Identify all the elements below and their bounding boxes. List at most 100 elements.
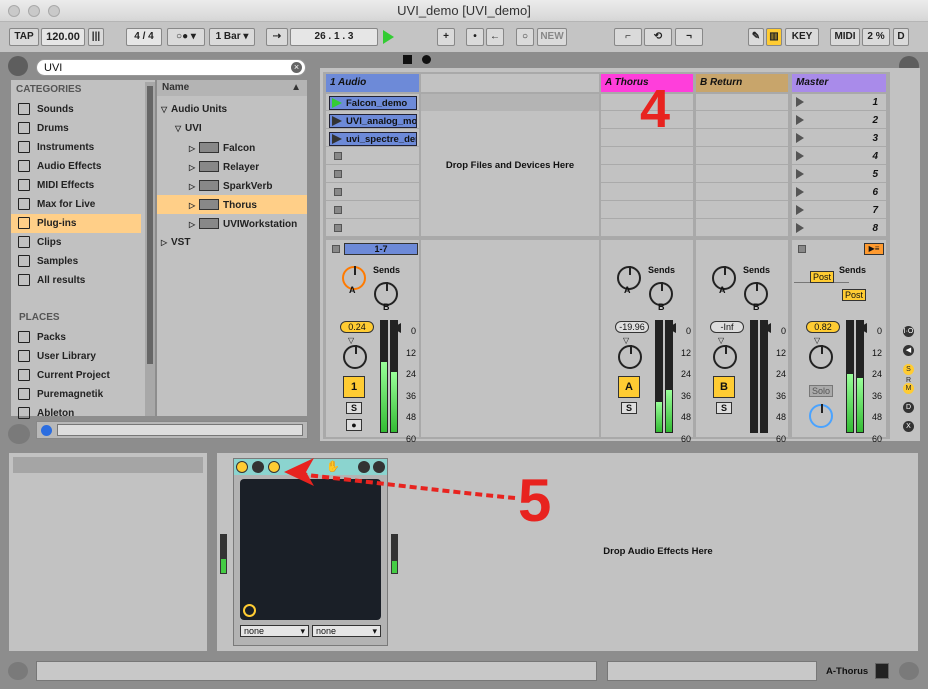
clip-launch-icon[interactable]: [332, 98, 342, 108]
scene-slot[interactable]: 7: [792, 202, 886, 219]
scene-launch-icon[interactable]: [796, 151, 804, 161]
xy-y-dropdown[interactable]: none ▾: [312, 625, 381, 637]
name-column-header[interactable]: Name ▲: [157, 80, 307, 96]
disclosure-open-icon[interactable]: ▽: [161, 105, 171, 114]
solo-button[interactable]: S: [346, 402, 362, 414]
stop-all-clips-button[interactable]: [798, 245, 806, 253]
nudge-icon[interactable]: |||: [88, 28, 104, 46]
punch-out-icon[interactable]: ¬: [675, 28, 703, 46]
scene-launch-icon[interactable]: [796, 205, 804, 215]
empty-clip-slot[interactable]: [696, 130, 788, 147]
empty-clip-slot[interactable]: [696, 184, 788, 201]
io-indicator[interactable]: 1-7: [344, 243, 418, 255]
place-packs[interactable]: Packs: [11, 328, 141, 347]
groove-pool-icon[interactable]: [8, 424, 30, 444]
category-samples[interactable]: Samples: [11, 252, 141, 271]
scene-slot[interactable]: 1: [792, 94, 886, 111]
track-volume-field[interactable]: 0.82: [806, 321, 840, 333]
empty-clip-slot[interactable]: [696, 148, 788, 165]
empty-clip-slot[interactable]: [696, 94, 788, 111]
clear-search-icon[interactable]: ×: [291, 62, 302, 73]
scene-launch-icon[interactable]: ▶≡: [864, 243, 884, 255]
pan-knob[interactable]: [809, 345, 833, 369]
scene-launch-icon[interactable]: [796, 115, 804, 125]
punch-in-icon[interactable]: ⌐: [614, 28, 642, 46]
clip-slot[interactable]: Falcon_demo: [326, 94, 419, 111]
key-map-button[interactable]: KEY: [785, 28, 819, 46]
clip-stop-button[interactable]: [334, 188, 342, 196]
pan-knob[interactable]: [618, 345, 642, 369]
empty-clip-slot[interactable]: [601, 202, 693, 219]
browser-toggle-icon[interactable]: [8, 56, 28, 76]
category-max-for-live[interactable]: Max for Live: [11, 195, 141, 214]
io-toggle-icon[interactable]: I·O: [903, 326, 914, 337]
crossfader-toggle-icon[interactable]: X: [903, 421, 914, 432]
place-user-library[interactable]: User Library: [11, 347, 141, 366]
xy-handle[interactable]: [243, 604, 256, 617]
file-row-audio units[interactable]: ▽ Audio Units: [157, 100, 307, 119]
drop-area[interactable]: Drop Files and Devices Here: [421, 94, 599, 236]
file-row-relayer[interactable]: ▷ Relayer: [157, 157, 307, 176]
audio-clip[interactable]: UVI_analog_mot: [329, 114, 417, 128]
mixer-toggle-icon[interactable]: M: [903, 383, 914, 394]
loop-icon[interactable]: ⟲: [644, 28, 672, 46]
file-row-sparkverb[interactable]: ▷ SparkVerb: [157, 176, 307, 195]
scene-slot[interactable]: 6: [792, 184, 886, 201]
track-header-b-return[interactable]: B Return: [696, 74, 788, 92]
clip-launch-icon[interactable]: [332, 134, 342, 144]
clip-slot[interactable]: UVI_analog_mot: [326, 112, 419, 129]
clip-slot[interactable]: uvi_spectre_der: [326, 130, 419, 147]
draw-mode-icon[interactable]: ✎: [748, 28, 764, 46]
clip-stop-button[interactable]: [334, 152, 342, 160]
time-signature-field[interactable]: 4 / 4: [126, 28, 162, 46]
disclosure-closed-icon[interactable]: ▷: [189, 144, 199, 153]
empty-clip-slot[interactable]: [601, 148, 693, 165]
empty-clip-slot[interactable]: [696, 166, 788, 183]
arrangement-position-field[interactable]: 26 . 1 . 3: [290, 28, 378, 46]
master-solo-button[interactable]: Solo: [809, 385, 833, 397]
session-record-icon[interactable]: ○: [516, 28, 534, 46]
clip-stop-button[interactable]: [334, 170, 342, 178]
categories-scrollbar[interactable]: [145, 82, 155, 416]
post-button[interactable]: Post: [810, 271, 834, 283]
clip-slot[interactable]: [326, 220, 419, 237]
scene-slot[interactable]: 4: [792, 148, 886, 165]
empty-clip-slot[interactable]: [696, 112, 788, 129]
file-row-vst[interactable]: ▷ VST: [157, 233, 307, 252]
disclosure-closed-icon[interactable]: ▷: [189, 220, 199, 229]
new-button[interactable]: NEW: [537, 28, 567, 46]
midi-map-button[interactable]: MIDI: [830, 28, 860, 46]
cue-volume-knob[interactable]: [809, 404, 833, 428]
return-toggle-icon[interactable]: S R: [903, 364, 914, 384]
scene-launch-icon[interactable]: [796, 187, 804, 197]
track-activator-button[interactable]: 1: [343, 376, 365, 398]
category-plug-ins[interactable]: Plug-ins: [11, 214, 141, 233]
category-drums[interactable]: Drums: [11, 119, 141, 138]
follow-icon[interactable]: ⇢: [266, 28, 288, 46]
disclosure-closed-icon[interactable]: ▷: [189, 182, 199, 191]
track-activator-button[interactable]: B: [713, 376, 735, 398]
empty-clip-slot[interactable]: [696, 220, 788, 237]
xy-x-dropdown[interactable]: none ▾: [240, 625, 309, 637]
track-header-master[interactable]: Master: [792, 74, 886, 92]
scene-launch-icon[interactable]: [796, 133, 804, 143]
scene-slot[interactable]: 5: [792, 166, 886, 183]
track-view-icon[interactable]: [875, 663, 889, 679]
place-puremagnetik[interactable]: Puremagnetik: [11, 385, 141, 404]
automation-arm-icon[interactable]: •: [466, 28, 484, 46]
tempo-field[interactable]: 120.00: [41, 28, 85, 46]
track-activator-button[interactable]: A: [618, 376, 640, 398]
file-row-thorus[interactable]: ▷ Thorus: [157, 195, 307, 214]
play-button[interactable]: [383, 30, 394, 44]
scene-slot[interactable]: 2: [792, 112, 886, 129]
empty-clip-slot[interactable]: [601, 184, 693, 201]
record-button[interactable]: [422, 55, 431, 64]
empty-clip-slot[interactable]: [601, 166, 693, 183]
pan-knob[interactable]: [343, 345, 367, 369]
preview-waveform[interactable]: [57, 424, 303, 436]
clip-slot[interactable]: [326, 166, 419, 183]
disclosure-closed-icon[interactable]: ▷: [161, 238, 171, 247]
pan-knob[interactable]: [713, 345, 737, 369]
computer-midi-keyboard-icon[interactable]: ▥: [766, 28, 782, 46]
category-sounds[interactable]: Sounds: [11, 100, 141, 119]
